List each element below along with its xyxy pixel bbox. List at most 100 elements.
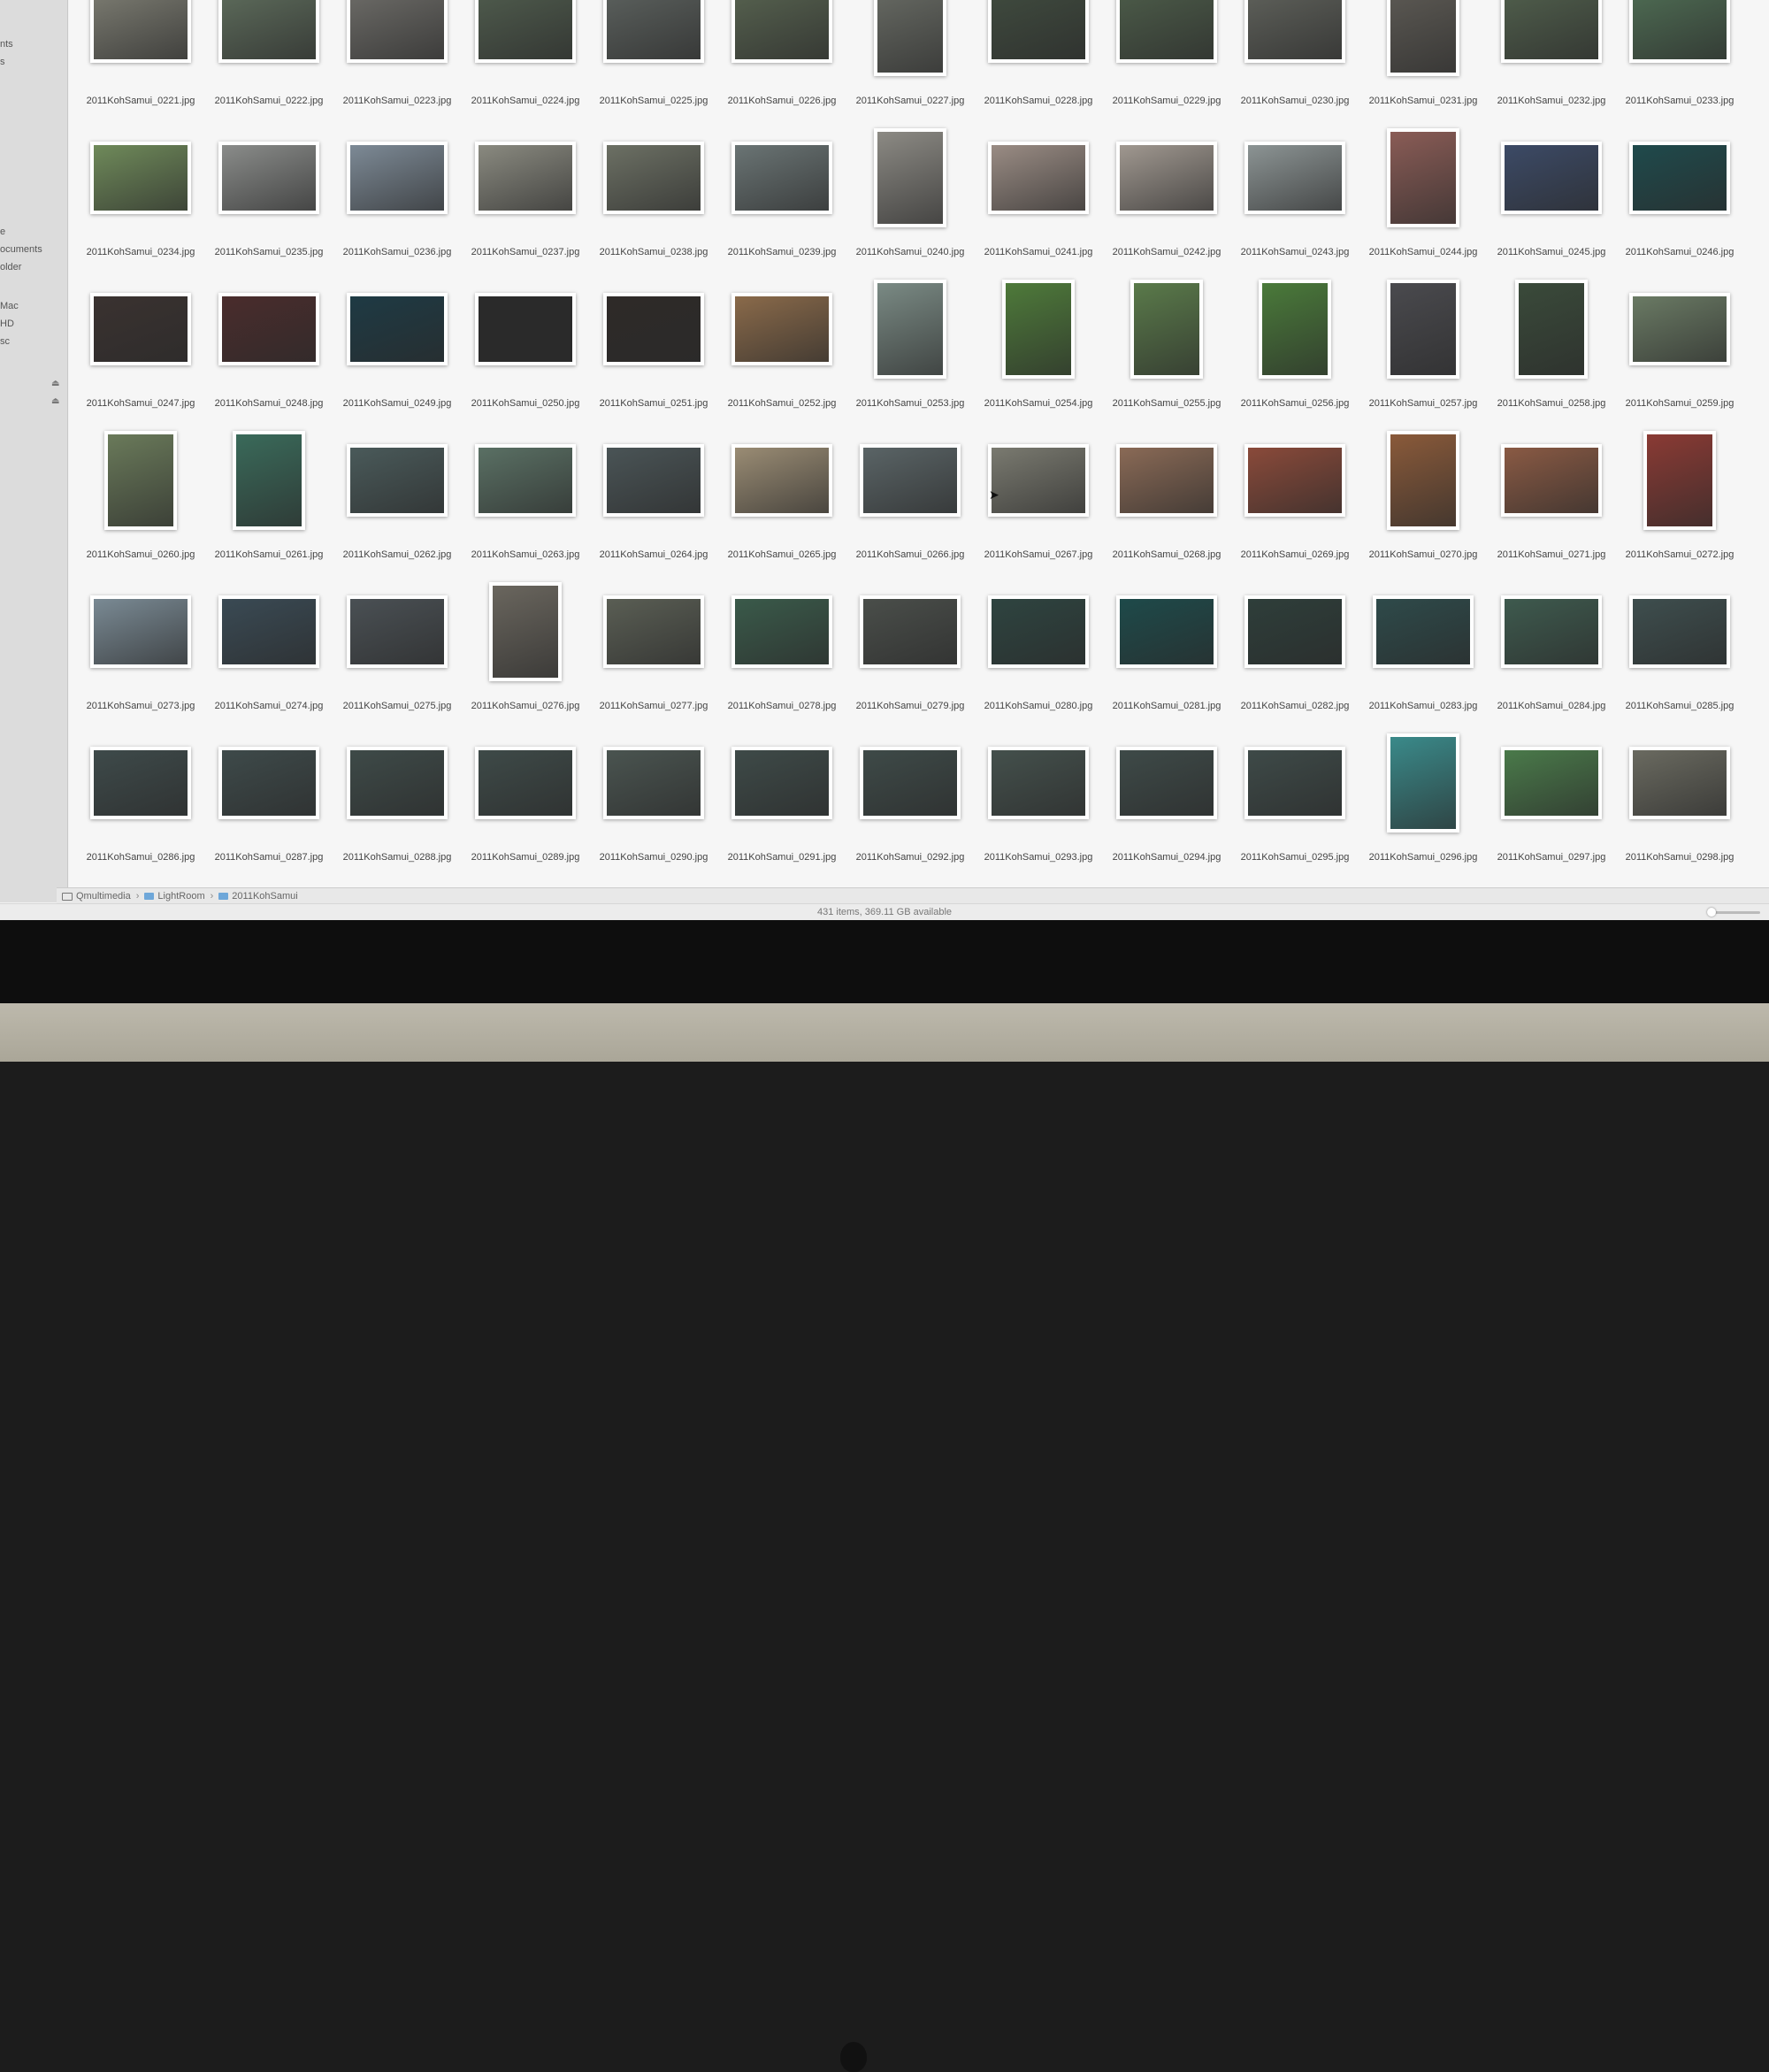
file-item[interactable]: 2011KohSamui_0290.jpg bbox=[589, 721, 718, 880]
photo-thumbnail[interactable] bbox=[1629, 0, 1730, 63]
file-item[interactable]: 2011KohSamui_0233.jpg bbox=[1615, 0, 1744, 124]
photo-thumbnail[interactable] bbox=[218, 142, 319, 214]
file-item[interactable]: 2011KohSamui_0270.jpg bbox=[1359, 418, 1488, 578]
photo-thumbnail[interactable] bbox=[347, 142, 448, 214]
photo-thumbnail[interactable] bbox=[1501, 0, 1602, 63]
file-item[interactable]: 2011KohSamui_0229.jpg bbox=[1102, 0, 1231, 124]
file-item[interactable]: 2011KohSamui_0279.jpg bbox=[846, 570, 975, 729]
file-item[interactable]: 2011KohSamui_0257.jpg bbox=[1359, 267, 1488, 426]
photo-thumbnail[interactable] bbox=[347, 444, 448, 517]
file-item[interactable]: 2011KohSamui_0296.jpg bbox=[1359, 721, 1488, 880]
file-item[interactable]: 2011KohSamui_0271.jpg bbox=[1487, 418, 1616, 578]
photo-thumbnail[interactable] bbox=[1244, 444, 1345, 517]
photo-thumbnail[interactable] bbox=[603, 142, 704, 214]
file-item[interactable]: 2011KohSamui_0227.jpg bbox=[846, 0, 975, 124]
photo-thumbnail[interactable] bbox=[475, 747, 576, 819]
file-item[interactable]: 2011KohSamui_0286.jpg bbox=[76, 721, 205, 880]
file-item[interactable]: 2011KohSamui_0262.jpg bbox=[333, 418, 462, 578]
file-item[interactable]: 2011KohSamui_0264.jpg bbox=[589, 418, 718, 578]
file-item[interactable]: 2011KohSamui_0272.jpg bbox=[1615, 418, 1744, 578]
file-item[interactable]: 2011KohSamui_0282.jpg bbox=[1230, 570, 1359, 729]
file-item[interactable]: 2011KohSamui_0241.jpg bbox=[974, 116, 1103, 275]
photo-thumbnail[interactable] bbox=[1130, 280, 1203, 379]
photo-thumbnail[interactable] bbox=[874, 280, 946, 379]
photo-thumbnail[interactable] bbox=[1244, 142, 1345, 214]
photo-thumbnail[interactable] bbox=[731, 293, 832, 365]
photo-thumbnail[interactable] bbox=[1116, 747, 1217, 819]
photo-thumbnail[interactable] bbox=[1259, 280, 1331, 379]
photo-thumbnail[interactable] bbox=[731, 0, 832, 63]
photo-thumbnail[interactable] bbox=[1373, 595, 1474, 668]
photo-thumbnail[interactable] bbox=[1002, 280, 1075, 379]
photo-thumbnail[interactable] bbox=[90, 293, 191, 365]
photo-thumbnail[interactable] bbox=[218, 747, 319, 819]
photo-thumbnail[interactable] bbox=[1501, 747, 1602, 819]
photo-thumbnail[interactable] bbox=[475, 142, 576, 214]
file-item[interactable]: 2011KohSamui_0224.jpg bbox=[461, 0, 590, 124]
path-crumb-current[interactable]: 2011KohSamui bbox=[218, 891, 298, 902]
photo-thumbnail[interactable] bbox=[1387, 733, 1459, 833]
file-item[interactable]: 2011KohSamui_0265.jpg bbox=[717, 418, 846, 578]
sidebar-item[interactable]: nts bbox=[0, 39, 62, 50]
file-item[interactable]: 2011KohSamui_0243.jpg bbox=[1230, 116, 1359, 275]
photo-thumbnail[interactable] bbox=[218, 595, 319, 668]
eject-icon[interactable]: ⏏ bbox=[51, 396, 59, 406]
file-item[interactable]: 2011KohSamui_0247.jpg bbox=[76, 267, 205, 426]
photo-thumbnail[interactable] bbox=[860, 444, 961, 517]
file-item[interactable]: 2011KohSamui_0232.jpg bbox=[1487, 0, 1616, 124]
photo-thumbnail[interactable] bbox=[1501, 142, 1602, 214]
sidebar-item[interactable]: e bbox=[0, 226, 62, 237]
file-item[interactable]: 2011KohSamui_0256.jpg bbox=[1230, 267, 1359, 426]
photo-thumbnail[interactable] bbox=[1629, 142, 1730, 214]
file-item[interactable]: 2011KohSamui_0297.jpg bbox=[1487, 721, 1616, 880]
file-item[interactable]: 2011KohSamui_0263.jpg bbox=[461, 418, 590, 578]
photo-thumbnail[interactable] bbox=[90, 747, 191, 819]
file-item[interactable]: 2011KohSamui_0269.jpg bbox=[1230, 418, 1359, 578]
photo-thumbnail[interactable] bbox=[1244, 595, 1345, 668]
photo-thumbnail[interactable] bbox=[1387, 0, 1459, 76]
photo-thumbnail[interactable] bbox=[988, 0, 1089, 63]
photo-thumbnail[interactable] bbox=[475, 0, 576, 63]
photo-thumbnail[interactable] bbox=[1116, 142, 1217, 214]
photo-thumbnail[interactable] bbox=[874, 0, 946, 76]
photo-thumbnail[interactable] bbox=[347, 595, 448, 668]
file-item[interactable]: 2011KohSamui_0254.jpg bbox=[974, 267, 1103, 426]
file-item[interactable]: 2011KohSamui_0276.jpg bbox=[461, 570, 590, 729]
sidebar-item[interactable]: s bbox=[0, 57, 62, 67]
file-item[interactable]: 2011KohSamui_0292.jpg bbox=[846, 721, 975, 880]
photo-thumbnail[interactable] bbox=[1629, 595, 1730, 668]
photo-thumbnail[interactable] bbox=[1387, 431, 1459, 530]
file-item[interactable]: 2011KohSamui_0250.jpg bbox=[461, 267, 590, 426]
file-item[interactable]: 2011KohSamui_0288.jpg bbox=[333, 721, 462, 880]
photo-thumbnail[interactable] bbox=[1387, 280, 1459, 379]
file-item[interactable]: 2011KohSamui_0249.jpg bbox=[333, 267, 462, 426]
file-item[interactable]: 2011KohSamui_0246.jpg bbox=[1615, 116, 1744, 275]
photo-thumbnail[interactable] bbox=[731, 747, 832, 819]
slider-knob[interactable] bbox=[1707, 908, 1716, 917]
photo-thumbnail[interactable] bbox=[988, 747, 1089, 819]
eject-icon[interactable]: ⏏ bbox=[51, 379, 59, 388]
file-item[interactable]: 2011KohSamui_0252.jpg bbox=[717, 267, 846, 426]
file-item[interactable]: 2011KohSamui_0225.jpg bbox=[589, 0, 718, 124]
file-item[interactable]: 2011KohSamui_0275.jpg bbox=[333, 570, 462, 729]
photo-thumbnail[interactable] bbox=[1515, 280, 1588, 379]
sidebar-item-documents[interactable]: ocuments bbox=[0, 244, 62, 255]
file-item[interactable]: 2011KohSamui_0258.jpg bbox=[1487, 267, 1616, 426]
file-item[interactable]: 2011KohSamui_0261.jpg bbox=[204, 418, 333, 578]
file-item[interactable]: 2011KohSamui_0230.jpg bbox=[1230, 0, 1359, 124]
file-item[interactable]: 2011KohSamui_0294.jpg bbox=[1102, 721, 1231, 880]
photo-thumbnail[interactable] bbox=[1244, 747, 1345, 819]
sidebar-item-folder[interactable]: older bbox=[0, 262, 62, 272]
photo-thumbnail[interactable] bbox=[1116, 0, 1217, 63]
file-item[interactable]: 2011KohSamui_0245.jpg bbox=[1487, 116, 1616, 275]
path-crumb-lightroom[interactable]: LightRoom bbox=[144, 891, 205, 902]
file-item[interactable]: 2011KohSamui_0221.jpg bbox=[76, 0, 205, 124]
photo-thumbnail[interactable] bbox=[90, 142, 191, 214]
file-item[interactable]: 2011KohSamui_0251.jpg bbox=[589, 267, 718, 426]
photo-thumbnail[interactable] bbox=[988, 595, 1089, 668]
file-item[interactable]: 2011KohSamui_0244.jpg bbox=[1359, 116, 1488, 275]
photo-thumbnail[interactable] bbox=[1629, 747, 1730, 819]
photo-thumbnail[interactable] bbox=[1387, 128, 1459, 227]
photo-thumbnail[interactable] bbox=[860, 747, 961, 819]
icon-size-slider[interactable] bbox=[1707, 908, 1760, 917]
